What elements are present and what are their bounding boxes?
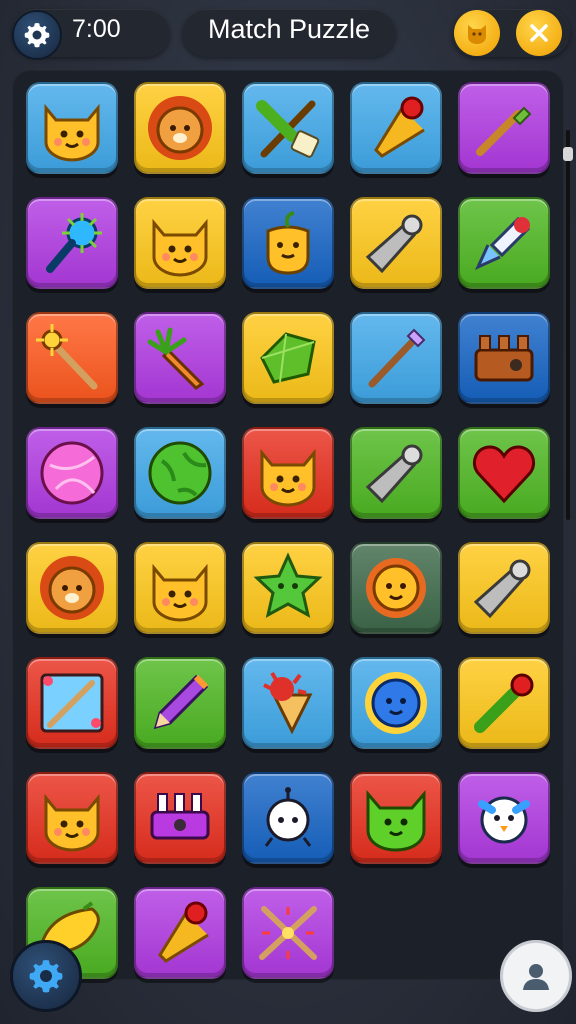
cat-icon: [44, 103, 100, 162]
timer-text: 7:00: [72, 15, 121, 43]
cat-icon: [152, 218, 208, 277]
tile-rocket[interactable]: [458, 197, 550, 289]
cone-pin-icon: [365, 214, 423, 274]
close-button[interactable]: [516, 10, 562, 56]
tile-cat[interactable]: [134, 542, 226, 634]
tile-machine-purple[interactable]: [134, 772, 226, 864]
heart-icon: [473, 445, 535, 504]
blue-sun-icon: [365, 672, 427, 734]
close-icon: [530, 24, 548, 42]
tile-pencil[interactable]: [134, 657, 226, 749]
tile-paintbrush[interactable]: [458, 82, 550, 174]
tile-ghost[interactable]: [242, 772, 334, 864]
pencil-icon: [153, 674, 209, 730]
tile-cat[interactable]: [134, 197, 226, 289]
brush-icon: [368, 328, 426, 388]
ghost-icon: [264, 787, 312, 847]
gear-icon: [24, 23, 50, 48]
tile-blue-sun[interactable]: [350, 657, 442, 749]
green-gem-icon: [260, 332, 316, 384]
tile-pink-orb[interactable]: [26, 427, 118, 519]
green-orb-icon: [148, 441, 212, 505]
tile-lion[interactable]: [26, 542, 118, 634]
tile-cat[interactable]: [242, 427, 334, 519]
tile-sprout-face[interactable]: [242, 197, 334, 289]
cat-icon: [260, 448, 316, 507]
lion-icon: [148, 96, 212, 160]
tile-splat-cone[interactable]: [242, 657, 334, 749]
tile-machine[interactable]: [458, 312, 550, 404]
bowling-pin-icon: [158, 901, 209, 963]
carrot-icon: [147, 327, 205, 390]
tile-bowling-pin[interactable]: [350, 82, 442, 174]
gear-icon: [29, 960, 63, 993]
tile-green-cat[interactable]: [350, 772, 442, 864]
tile-sun-face[interactable]: [350, 542, 442, 634]
wand-icon: [36, 324, 98, 390]
tile-bowling-pin[interactable]: [134, 887, 226, 979]
tile-crossed-tools[interactable]: [242, 82, 334, 174]
tile-cone-pin[interactable]: [350, 427, 442, 519]
tile-bird[interactable]: [458, 772, 550, 864]
sprout-face-icon: [266, 211, 310, 275]
star-face-icon: [253, 552, 323, 618]
scrollbar-thumb[interactable]: [563, 147, 573, 161]
tile-cat[interactable]: [26, 772, 118, 864]
bowling-pin-icon: [374, 96, 425, 158]
tile-cone-pin[interactable]: [350, 197, 442, 289]
tile-cone-pin[interactable]: [458, 542, 550, 634]
crossed-sticks-icon: [259, 906, 317, 960]
tile-spiky-mace[interactable]: [26, 197, 118, 289]
sun-face-icon: [366, 558, 426, 618]
crossed-tools-icon: [256, 100, 320, 158]
tile-wand[interactable]: [26, 312, 118, 404]
machine-purple-icon: [150, 793, 210, 840]
frame-tool-icon: [40, 673, 104, 733]
page-title: Match Puzzle: [207, 14, 371, 44]
bird-icon: [478, 796, 530, 844]
tile-green-orb[interactable]: [134, 427, 226, 519]
machine-icon: [474, 335, 534, 382]
settings-button[interactable]: [12, 10, 62, 60]
cone-pin-icon: [365, 444, 423, 504]
settings-fab[interactable]: [10, 940, 82, 1012]
green-cat-icon: [366, 789, 426, 852]
tile-frame-tool[interactable]: [26, 657, 118, 749]
rocket-icon: [474, 216, 531, 271]
profile-button[interactable]: [500, 940, 572, 1012]
bonus-button[interactable]: [454, 10, 500, 56]
top-bar: 7:00 Match Puzzle: [0, 0, 576, 68]
tile-carrot[interactable]: [134, 312, 226, 404]
tile-star-face[interactable]: [242, 542, 334, 634]
tile-green-gem[interactable]: [242, 312, 334, 404]
cat-icon: [152, 563, 208, 622]
tile-brush[interactable]: [350, 312, 442, 404]
scrollbar-track[interactable]: [566, 130, 570, 520]
tile-crossed-sticks[interactable]: [242, 887, 334, 979]
tile-green-brush[interactable]: [458, 657, 550, 749]
green-brush-icon: [474, 673, 534, 733]
tile-lion[interactable]: [134, 82, 226, 174]
splat-cone-icon: [263, 671, 313, 735]
tile-heart[interactable]: [458, 427, 550, 519]
paintbrush-icon: [476, 106, 532, 156]
cone-pin-icon: [473, 559, 531, 619]
cat-face-icon: [468, 25, 486, 44]
user-icon: [523, 964, 549, 990]
spiky-mace-icon: [46, 213, 102, 273]
tile-cat[interactable]: [26, 82, 118, 174]
lion-icon: [40, 556, 104, 620]
pink-orb-icon: [40, 441, 104, 505]
cat-icon: [44, 793, 100, 852]
